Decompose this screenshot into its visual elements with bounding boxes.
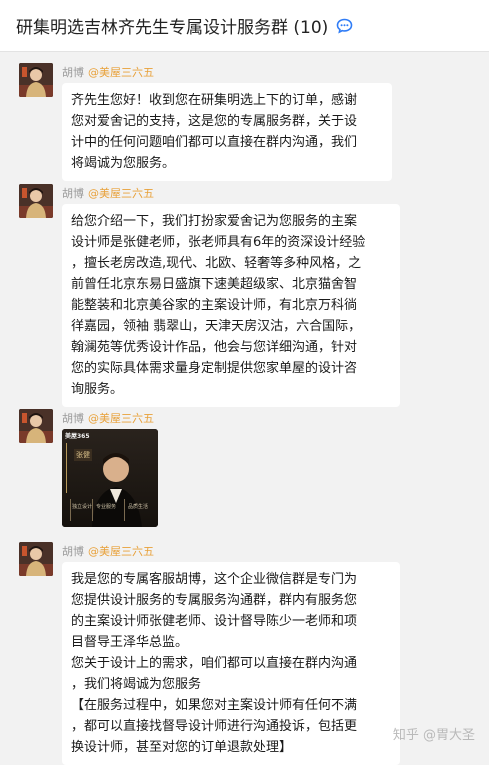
- message-line: 我是您的专属客服胡博，这个企业微信群是专门为: [71, 572, 358, 587]
- sender-org: @美屋三六五: [88, 187, 154, 200]
- watermark: 知乎 @胃大圣: [392, 728, 475, 743]
- sender-name: 胡博: [62, 187, 84, 200]
- message-line: ，擅长老房改造,现代、北欧、轻奢等多种风格，之: [71, 256, 362, 271]
- image-tag: 品质生活: [128, 504, 149, 510]
- message-line: 翰澜苑等优秀设计作品，他会与您详细沟通，针对: [71, 340, 358, 355]
- message-line: ，我们将竭诚为您服务: [71, 677, 202, 692]
- message-line: ，都可以直接找督导设计师进行沟通投诉，包括更: [71, 719, 358, 734]
- image-message[interactable]: 美屋365 张健 独立设计 专业服务 品质生活: [62, 429, 158, 527]
- message-line: 前曾任北京东易日盛旗下速美超级家、北京猫舍智: [71, 277, 358, 292]
- message-line: 您提供设计服务的专属服务沟通群，群内有服务您: [71, 593, 358, 608]
- message-line: 询服务。: [71, 382, 124, 397]
- message-line: 您的实际具体需求量身定制提供您家单屋的设计咨: [71, 361, 358, 376]
- message-bubble[interactable]: 齐先生您好！收到您在研集明选上下的订单，感谢 您对爱舍记的支持，这是您的专属服务…: [62, 83, 392, 181]
- avatar[interactable]: [19, 63, 53, 97]
- sender-org: @美屋三六五: [88, 545, 154, 558]
- message-line: 能整装和北京美谷家的主案设计师，有北京万科徜: [71, 298, 358, 313]
- sender-meta: 胡博 @美屋三六五: [62, 410, 154, 426]
- brand-logo: 美屋365: [65, 433, 90, 440]
- message-line: 您关于设计上的需求，咱们都可以直接在群内沟通: [71, 656, 358, 671]
- avatar[interactable]: [19, 184, 53, 218]
- message-bubble[interactable]: 给您介绍一下，我们打扮家爱舍记为您服务的主案 设计师是张健老师，张老师具有6年的…: [62, 204, 400, 407]
- sender-name: 胡博: [62, 412, 84, 425]
- message-line: 齐先生您好！收到您在研集明选上下的订单，感谢: [71, 93, 358, 108]
- message-line: 换设计师，甚至对您的订单退款处理】: [71, 740, 293, 755]
- message-line: 设计师是张健老师，张老师具有6年的资深设计经验: [71, 235, 366, 250]
- designer-name-tag: 张健: [74, 449, 92, 461]
- image-tag: 专业服务: [96, 504, 117, 510]
- message-line: 【在服务过程中，如果您对主案设计师有任何不满: [71, 698, 358, 713]
- designer-photo: [62, 429, 158, 527]
- avatar[interactable]: [19, 409, 53, 443]
- sender-org: @美屋三六五: [88, 66, 154, 79]
- sender-org: @美屋三六五: [88, 412, 154, 425]
- sender-meta: 胡博 @美屋三六五: [62, 64, 154, 80]
- chat-header: 研集明选吉林齐先生专属设计服务群 (10): [0, 0, 489, 52]
- avatar[interactable]: [19, 542, 53, 576]
- message-line: 给您介绍一下，我们打扮家爱舍记为您服务的主案: [71, 214, 358, 229]
- sender-meta: 胡博 @美屋三六五: [62, 185, 154, 201]
- image-tag: 独立设计: [72, 504, 93, 510]
- sender-name: 胡博: [62, 66, 84, 79]
- message-line: 目督导王泽华总监。: [71, 635, 189, 650]
- message-line: 的主案设计师张健老师、设计督导陈少一老师和项: [71, 614, 358, 629]
- message-line: 将竭诚为您服务。: [71, 156, 176, 171]
- message-line: 徉嘉园，领袖 翡翠山，天津天房汉沽，六合国际，: [71, 319, 362, 334]
- chat-bubble-icon[interactable]: [336, 18, 353, 34]
- sender-name: 胡博: [62, 545, 84, 558]
- sender-meta: 胡博 @美屋三六五: [62, 543, 154, 559]
- message-bubble[interactable]: 我是您的专属客服胡博，这个企业微信群是专门为 您提供设计服务的专属服务沟通群，群…: [62, 562, 400, 765]
- message-line: 您对爱舍记的支持，这是您的专属服务群，关于设: [71, 114, 358, 129]
- message-line: 计中的任何问题咱们都可以直接在群内沟通，我们: [71, 135, 358, 150]
- group-title: 研集明选吉林齐先生专属设计服务群 (10): [16, 18, 329, 38]
